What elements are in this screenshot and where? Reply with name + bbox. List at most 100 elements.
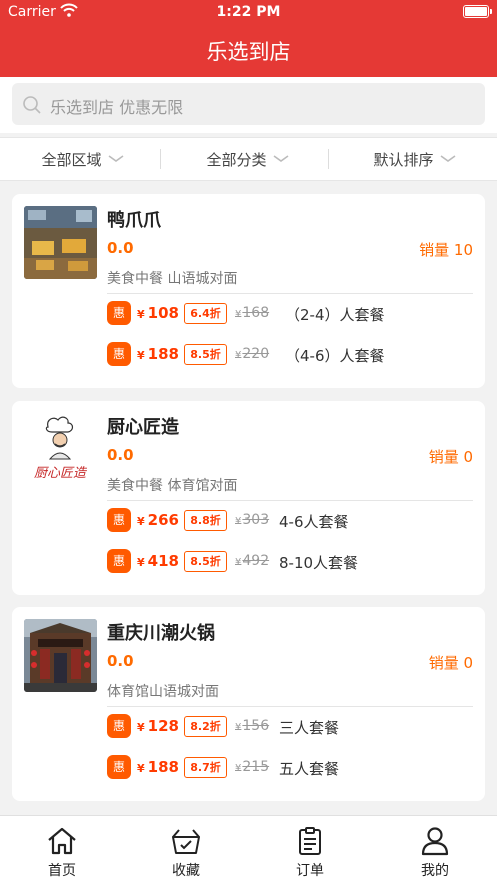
chevron-down-icon	[440, 155, 455, 162]
filter-label: 全部分类	[206, 150, 267, 169]
store-address: 美食中餐 体育馆对面	[107, 478, 238, 494]
search-bar-container: 乐选到店 优惠无限	[0, 77, 497, 133]
deal-name: 8-10人套餐	[279, 554, 359, 572]
filter-sort-dropdown[interactable]: 默认排序	[332, 138, 497, 180]
tab-favorites[interactable]: 收藏	[124, 816, 248, 883]
status-bar: Carrier 1:22 PM	[0, 0, 497, 26]
home-icon	[48, 827, 76, 855]
divider	[107, 500, 473, 501]
tab-profile[interactable]: 我的	[373, 816, 497, 883]
deal-name: 五人套餐	[279, 760, 340, 778]
deal-row[interactable]: 惠 ¥188 8.7折 ¥215 五人套餐	[107, 755, 477, 781]
store-sales: 销量 0	[428, 654, 473, 672]
filter-label: 全部区域	[41, 150, 102, 169]
store-card[interactable]: 厨心匠造 厨心匠造 0.0 销量 0 美食中餐 体育馆对面 惠 ¥266 8.8…	[12, 401, 485, 595]
deal-price: ¥188	[137, 758, 179, 776]
currency-symbol: ¥	[137, 762, 145, 775]
store-logo: 厨心匠造	[24, 413, 97, 486]
currency-symbol: ¥	[137, 515, 145, 528]
deal-price: ¥128	[137, 717, 179, 735]
store-sales: 销量 10	[419, 241, 473, 259]
chevron-down-icon	[273, 155, 288, 162]
currency-symbol: ¥	[235, 350, 242, 361]
deal-row[interactable]: 惠 ¥108 6.4折 ¥168 （2-4）人套餐	[107, 301, 477, 327]
original-price: ¥156	[235, 718, 269, 734]
original-price-value: 303	[242, 512, 270, 528]
deal-price-value: 188	[147, 758, 179, 776]
deal-row[interactable]: 惠 ¥418 8.5折 ¥492 8-10人套餐	[107, 549, 477, 575]
discount-badge: 惠	[107, 301, 131, 325]
app-header: Carrier 1:22 PM 乐选到店	[0, 0, 497, 77]
tab-label: 订单	[296, 863, 324, 879]
currency-symbol: ¥	[235, 763, 242, 774]
store-photo	[24, 206, 97, 279]
search-icon	[23, 96, 41, 114]
currency-symbol: ¥	[137, 349, 145, 362]
page-title: 乐选到店	[206, 40, 291, 64]
store-address: 美食中餐 山语城对面	[107, 271, 238, 287]
favorites-basket-icon	[172, 829, 200, 854]
store-price: 0.0	[107, 446, 134, 464]
discount-badge: 惠	[107, 508, 131, 532]
store-card[interactable]: 鸭爪爪 0.0 销量 10 美食中餐 山语城对面 惠 ¥108 6.4折 ¥16…	[12, 194, 485, 388]
tab-orders[interactable]: 订单	[248, 816, 372, 883]
deal-price-value: 188	[147, 345, 179, 363]
currency-symbol: ¥	[235, 309, 242, 320]
bottom-tab-bar: 首页 收藏 订单 我的	[0, 815, 497, 883]
original-price: ¥168	[235, 305, 269, 321]
deal-price-value: 266	[147, 511, 179, 529]
deal-price-value: 128	[147, 717, 179, 735]
battery-icon	[463, 5, 492, 18]
chevron-down-icon	[108, 155, 123, 162]
store-card[interactable]: 重庆川潮火锅 0.0 销量 0 体育馆山语城对面 惠 ¥128 8.2折 ¥15…	[12, 607, 485, 801]
discount-tag: 8.8折	[184, 510, 227, 531]
deal-price-value: 108	[147, 304, 179, 322]
original-price-value: 492	[242, 553, 270, 569]
divider	[160, 149, 161, 169]
filter-label: 默认排序	[373, 150, 434, 169]
deal-row[interactable]: 惠 ¥128 8.2折 ¥156 三人套餐	[107, 714, 477, 740]
deal-price: ¥188	[137, 345, 179, 363]
deal-row[interactable]: 惠 ¥266 8.8折 ¥303 4-6人套餐	[107, 508, 477, 534]
discount-badge: 惠	[107, 342, 131, 366]
discount-badge: 惠	[107, 714, 131, 738]
tab-label: 首页	[48, 863, 76, 879]
orders-clipboard-icon	[299, 827, 321, 855]
tab-home[interactable]: 首页	[0, 816, 124, 883]
discount-tag: 6.4折	[184, 303, 227, 324]
original-price-value: 168	[242, 305, 270, 321]
profile-icon	[421, 827, 449, 856]
original-price-value: 156	[242, 718, 270, 734]
filter-bar: 全部区域 全部分类 默认排序	[0, 137, 497, 181]
filter-category-dropdown[interactable]: 全部分类	[165, 138, 330, 180]
discount-badge: 惠	[107, 755, 131, 779]
deal-name: （2-4）人套餐	[285, 306, 385, 324]
search-placeholder: 乐选到店 优惠无限	[50, 98, 184, 117]
store-sales: 销量 0	[428, 448, 473, 466]
deal-price-value: 418	[147, 552, 179, 570]
discount-tag: 8.5折	[184, 551, 227, 572]
currency-symbol: ¥	[137, 556, 145, 569]
filter-area-dropdown[interactable]: 全部区域	[0, 138, 165, 180]
divider	[107, 293, 473, 294]
deal-row[interactable]: 惠 ¥188 8.5折 ¥220 （4-6）人套餐	[107, 342, 477, 368]
deal-name: （4-6）人套餐	[285, 347, 385, 365]
discount-tag: 8.7折	[184, 757, 227, 778]
store-address: 体育馆山语城对面	[107, 684, 219, 700]
clock: 1:22 PM	[216, 4, 281, 20]
deal-name: 三人套餐	[279, 719, 340, 737]
logo-text: 厨心匠造	[34, 466, 88, 481]
search-input[interactable]: 乐选到店 优惠无限	[12, 83, 485, 125]
currency-symbol: ¥	[137, 721, 145, 734]
currency-symbol: ¥	[235, 516, 242, 527]
currency-symbol: ¥	[137, 308, 145, 321]
deal-price: ¥266	[137, 511, 179, 529]
discount-tag: 8.2折	[184, 716, 227, 737]
original-price: ¥303	[235, 512, 269, 528]
deal-price: ¥418	[137, 552, 179, 570]
tab-label: 我的	[421, 863, 449, 879]
store-photo	[24, 619, 97, 692]
currency-symbol: ¥	[235, 557, 242, 568]
store-price: 0.0	[107, 652, 134, 670]
original-price: ¥215	[235, 759, 269, 775]
